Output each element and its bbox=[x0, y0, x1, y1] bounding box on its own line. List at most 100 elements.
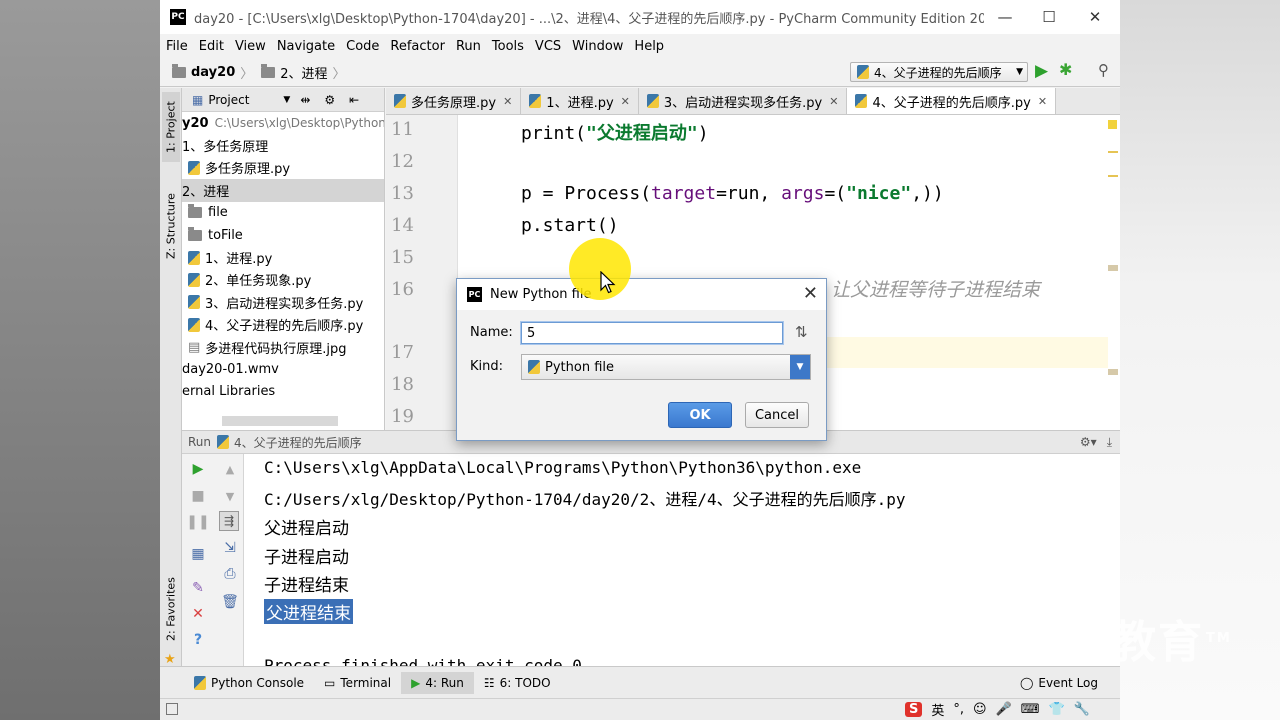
wrench-icon[interactable]: 🔧 bbox=[1074, 702, 1090, 717]
line-number: 13 bbox=[391, 183, 414, 204]
tree-item-folder[interactable]: toFile bbox=[182, 224, 384, 246]
code-line-13: p = Process(target=run, args=("nice",)) bbox=[521, 183, 944, 204]
event-log-button[interactable]: ◯ Event Log bbox=[1010, 672, 1108, 694]
mic-icon[interactable]: 🎤 bbox=[996, 702, 1012, 717]
ok-button[interactable]: OK bbox=[668, 402, 732, 428]
tab-editor-file-active[interactable]: 4、父子进程的先后顺序.py ✕ bbox=[847, 88, 1057, 114]
chevron-down-icon[interactable]: ▼ bbox=[283, 95, 290, 105]
run-panel-config: 4、父子进程的先后顺序 bbox=[234, 435, 362, 450]
pause-icon[interactable]: ❚❚ bbox=[186, 512, 209, 532]
tree-item-file[interactable]: ▤ 多进程代码执行原理.jpg bbox=[182, 336, 384, 358]
hide-panel-icon[interactable]: ⇤ bbox=[349, 93, 359, 107]
tab-editor-file[interactable]: 1、进程.py ✕ bbox=[521, 88, 639, 114]
print-icon[interactable]: ⎙ bbox=[220, 564, 240, 584]
python-file-icon bbox=[188, 160, 200, 175]
minimize-button[interactable]: — bbox=[982, 0, 1028, 34]
menu-tools[interactable]: Tools bbox=[492, 39, 524, 54]
close-icon[interactable]: ✕ bbox=[803, 283, 818, 304]
breadcrumb-label: 2、进程 bbox=[280, 66, 328, 82]
tab-run[interactable]: ▶ 4: Run bbox=[401, 671, 474, 694]
gear-icon[interactable]: ⚙ bbox=[324, 93, 335, 107]
tab-python-console[interactable]: Python Console bbox=[184, 672, 314, 694]
python-file-icon bbox=[855, 94, 868, 108]
run-icon[interactable]: ▶ bbox=[1035, 61, 1048, 81]
rerun-icon[interactable]: ▶ bbox=[188, 459, 208, 479]
close-icon[interactable]: ✕ bbox=[503, 95, 512, 108]
stop-icon[interactable]: ■ bbox=[188, 486, 208, 506]
menu-help[interactable]: Help bbox=[634, 39, 664, 54]
run-configuration-select[interactable]: 4、父子进程的先后顺序 ▼ bbox=[850, 62, 1028, 82]
ime-language[interactable]: 英 bbox=[931, 700, 944, 719]
menu-edit[interactable]: Edit bbox=[199, 39, 224, 54]
horizontal-scrollbar[interactable] bbox=[222, 416, 338, 426]
hide-panel-icon[interactable]: ⤓ bbox=[1107, 435, 1112, 450]
close-window-button[interactable]: ✕ bbox=[1072, 0, 1118, 34]
tab-favorites[interactable]: 2: Favorites bbox=[162, 572, 180, 646]
menu-file[interactable]: File bbox=[166, 39, 188, 54]
tree-item-folder[interactable]: 1、多任务原理 bbox=[182, 134, 384, 156]
help-icon[interactable]: ? bbox=[188, 630, 208, 650]
toggle-tool-windows-icon[interactable] bbox=[166, 703, 178, 715]
new-python-file-dialog: PC New Python file ✕ Name: ⇅ Kind: Pytho… bbox=[456, 278, 827, 441]
restore-layout-icon[interactable]: ▦ bbox=[188, 544, 208, 564]
scroll-to-end-icon[interactable]: ⇲ bbox=[220, 538, 240, 558]
tree-item-file[interactable]: 多任务原理.py bbox=[182, 157, 384, 179]
kind-select[interactable]: Python file ▼ bbox=[521, 354, 811, 380]
tab-terminal[interactable]: ▭ Terminal bbox=[314, 672, 401, 694]
python-file-icon bbox=[188, 250, 200, 265]
project-panel-title[interactable]: Project bbox=[208, 93, 249, 107]
maximize-button[interactable]: ☐ bbox=[1026, 0, 1072, 34]
cancel-button[interactable]: Cancel bbox=[745, 402, 809, 428]
trash-icon[interactable]: 🗑 bbox=[220, 592, 240, 612]
punctuation-icon[interactable]: °, bbox=[953, 702, 964, 717]
error-stripe-mark[interactable] bbox=[1108, 175, 1118, 177]
tab-editor-file[interactable]: 3、启动进程实现多任务.py ✕ bbox=[639, 88, 848, 114]
up-arrow-icon[interactable]: ▲ bbox=[220, 459, 240, 479]
menu-view[interactable]: View bbox=[235, 39, 266, 54]
tab-structure[interactable]: Z: Structure bbox=[162, 180, 180, 272]
tree-item-label: 2、进程 bbox=[182, 184, 230, 200]
chevron-down-icon[interactable]: ▼ bbox=[790, 355, 810, 379]
menu-run[interactable]: Run bbox=[456, 39, 481, 54]
menu-refactor[interactable]: Refactor bbox=[390, 39, 445, 54]
search-icon[interactable]: ⚲ bbox=[1098, 61, 1109, 79]
debug-icon[interactable]: ✱ bbox=[1059, 60, 1072, 79]
tree-root[interactable]: y20 C:\Users\xlg\Desktop\Python bbox=[182, 112, 384, 134]
tree-item-file[interactable]: day20-01.wmv bbox=[182, 358, 384, 380]
menu-code[interactable]: Code bbox=[346, 39, 379, 54]
menu-navigate[interactable]: Navigate bbox=[277, 39, 335, 54]
close-icon[interactable]: ✕ bbox=[621, 95, 630, 108]
file-name-input[interactable] bbox=[521, 322, 783, 344]
tree-item-file[interactable]: 3、启动进程实现多任务.py bbox=[182, 291, 384, 313]
error-stripe-mark[interactable] bbox=[1108, 265, 1118, 271]
tree-item-folder[interactable]: 2、进程 bbox=[182, 179, 384, 202]
gear-icon[interactable]: ⚙▾ bbox=[1080, 435, 1097, 449]
tab-todo[interactable]: ☷ 6: TODO bbox=[474, 672, 561, 694]
keyboard-icon[interactable]: ⌨ bbox=[1021, 702, 1040, 717]
skin-icon[interactable]: 👕 bbox=[1049, 702, 1065, 717]
error-stripe-mark[interactable] bbox=[1108, 369, 1118, 375]
tree-item-file[interactable]: 1、进程.py bbox=[182, 246, 384, 268]
tree-item-file[interactable]: 2、单任务现象.py bbox=[182, 269, 384, 291]
tab-project[interactable]: 1: Project bbox=[162, 92, 180, 162]
menu-window[interactable]: Window bbox=[572, 39, 623, 54]
breadcrumb-root[interactable]: day20 〉 bbox=[172, 63, 253, 82]
tree-item-folder[interactable]: file bbox=[182, 202, 384, 224]
error-stripe-mark[interactable] bbox=[1108, 151, 1118, 153]
close-icon[interactable]: ✕ bbox=[188, 604, 208, 624]
emoji-icon[interactable]: ☺ bbox=[973, 702, 987, 717]
tree-item-file[interactable]: 4、父子进程的先后顺序.py bbox=[182, 314, 384, 336]
breadcrumb-folder[interactable]: 2、进程 〉 bbox=[261, 63, 346, 82]
warning-marker[interactable] bbox=[1108, 120, 1117, 129]
scroll-from-source-icon[interactable]: ⇹ bbox=[300, 93, 310, 107]
sort-icon[interactable]: ⇅ bbox=[795, 323, 808, 341]
soft-wrap-icon[interactable]: ⇶ bbox=[219, 511, 239, 531]
close-icon[interactable]: ✕ bbox=[829, 95, 838, 108]
close-icon[interactable]: ✕ bbox=[1038, 95, 1047, 108]
pin-icon[interactable]: ✎ bbox=[188, 578, 208, 598]
down-arrow-icon[interactable]: ▼ bbox=[220, 486, 240, 506]
tree-item-libraries[interactable]: ernal Libraries bbox=[182, 381, 384, 403]
tab-editor-file[interactable]: 多任务原理.py ✕ bbox=[386, 88, 522, 114]
sogou-icon[interactable]: S bbox=[905, 701, 923, 717]
menu-vcs[interactable]: VCS bbox=[535, 39, 561, 54]
